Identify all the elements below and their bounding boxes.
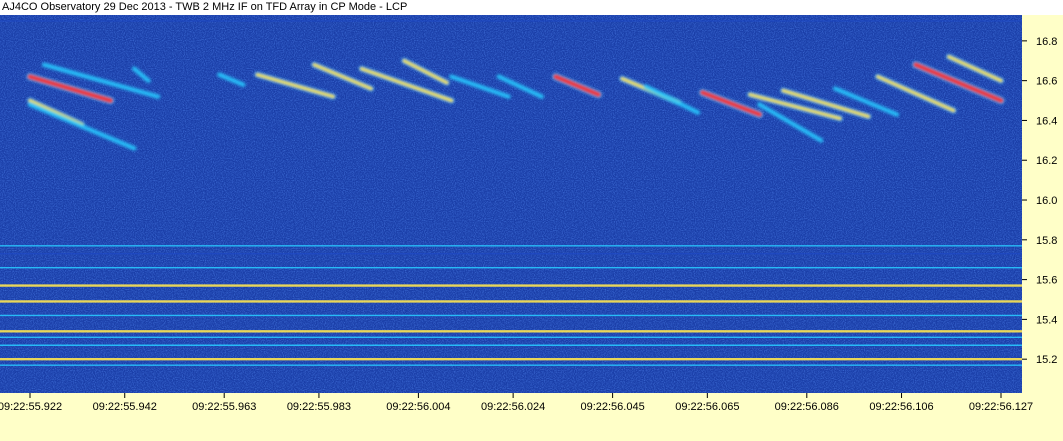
x-tick-label: 09:22:55.963: [192, 401, 256, 413]
chart-title: AJ4CO Observatory 29 Dec 2013 - TWB 2 MH…: [2, 1, 408, 13]
x-axis-svg: 09:22:55.922 09:22:55.942 09:22:55.963 09:2…: [0, 393, 1033, 413]
x-tick-label: 09:22:56.065: [675, 401, 739, 413]
x-tick-label: 09:22:55.942: [93, 401, 157, 413]
x-tick-label: 09:22:55.983: [287, 401, 351, 413]
x-tick-label: 09:22:56.086: [775, 401, 839, 413]
x-tick-label: 09:22:56.127: [969, 401, 1033, 413]
spectrogram-plot-area: [0, 15, 1022, 393]
y-tick-label: 16.8: [1036, 36, 1057, 48]
y-tick-label: 16.0: [1036, 195, 1057, 207]
x-tick-label: 09:22:55.922: [0, 401, 62, 413]
y-tick-label: 15.4: [1036, 314, 1057, 326]
noise-texture: [0, 15, 1022, 393]
x-tick-label: 09:22:56.106: [869, 401, 933, 413]
x-tick-label: 09:22:56.004: [386, 401, 450, 413]
y-tick-label: 15.8: [1036, 235, 1057, 247]
y-tick-label: 16.6: [1036, 76, 1057, 88]
y-tick-label: 16.2: [1036, 155, 1057, 167]
y-tick-label: 15.6: [1036, 275, 1057, 287]
x-tick-label: 09:22:56.045: [580, 401, 644, 413]
y-tick-label: 15.2: [1036, 354, 1057, 366]
y-axis-svg: 16.8 16.6 16.4 16.2 16.0 15.8 15.6 15.4 15.2: [1022, 36, 1057, 366]
y-tick-label: 16.4: [1036, 115, 1057, 127]
x-tick-label: 09:22:56.024: [481, 401, 545, 413]
spectrogram-svg: [0, 15, 1022, 393]
y-axis: 16.8 16.6 16.4 16.2 16.0 15.8 15.6 15.4 15.2: [1022, 15, 1063, 393]
x-axis: 09:22:55.922 09:22:55.942 09:22:55.963 09:2…: [0, 393, 1063, 441]
